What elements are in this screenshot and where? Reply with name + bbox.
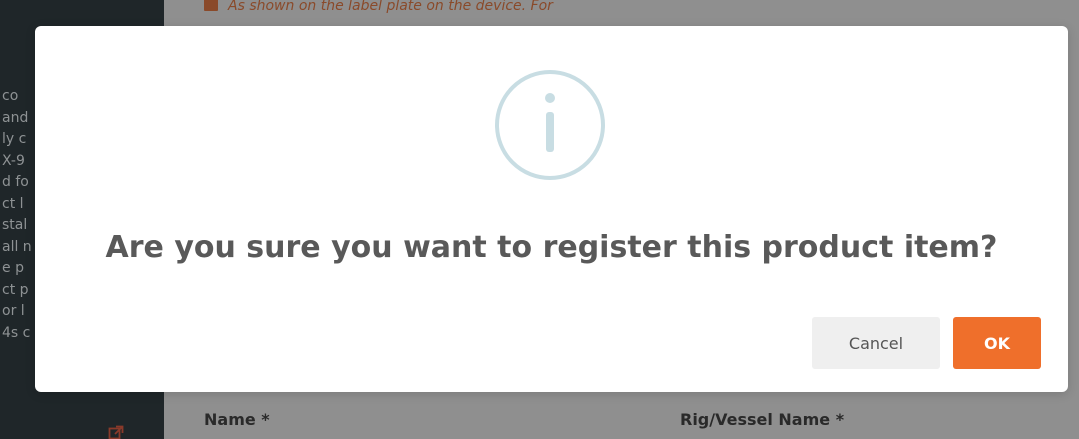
name-field-label: Name * <box>204 410 270 429</box>
label-plate-note: As shown on the label plate on the devic… <box>204 0 553 16</box>
rig-vessel-field-label: Rig/Vessel Name * <box>680 410 845 429</box>
external-link-icon[interactable] <box>108 425 124 439</box>
cancel-button[interactable]: Cancel <box>812 317 940 369</box>
info-icon <box>495 70 605 180</box>
note-text: As shown on the label plate on the devic… <box>228 0 553 14</box>
confirm-dialog: Are you sure you want to register this p… <box>35 26 1068 392</box>
image-icon <box>204 0 218 11</box>
dialog-message: Are you sure you want to register this p… <box>105 230 998 265</box>
ok-button[interactable]: OK <box>953 317 1041 369</box>
